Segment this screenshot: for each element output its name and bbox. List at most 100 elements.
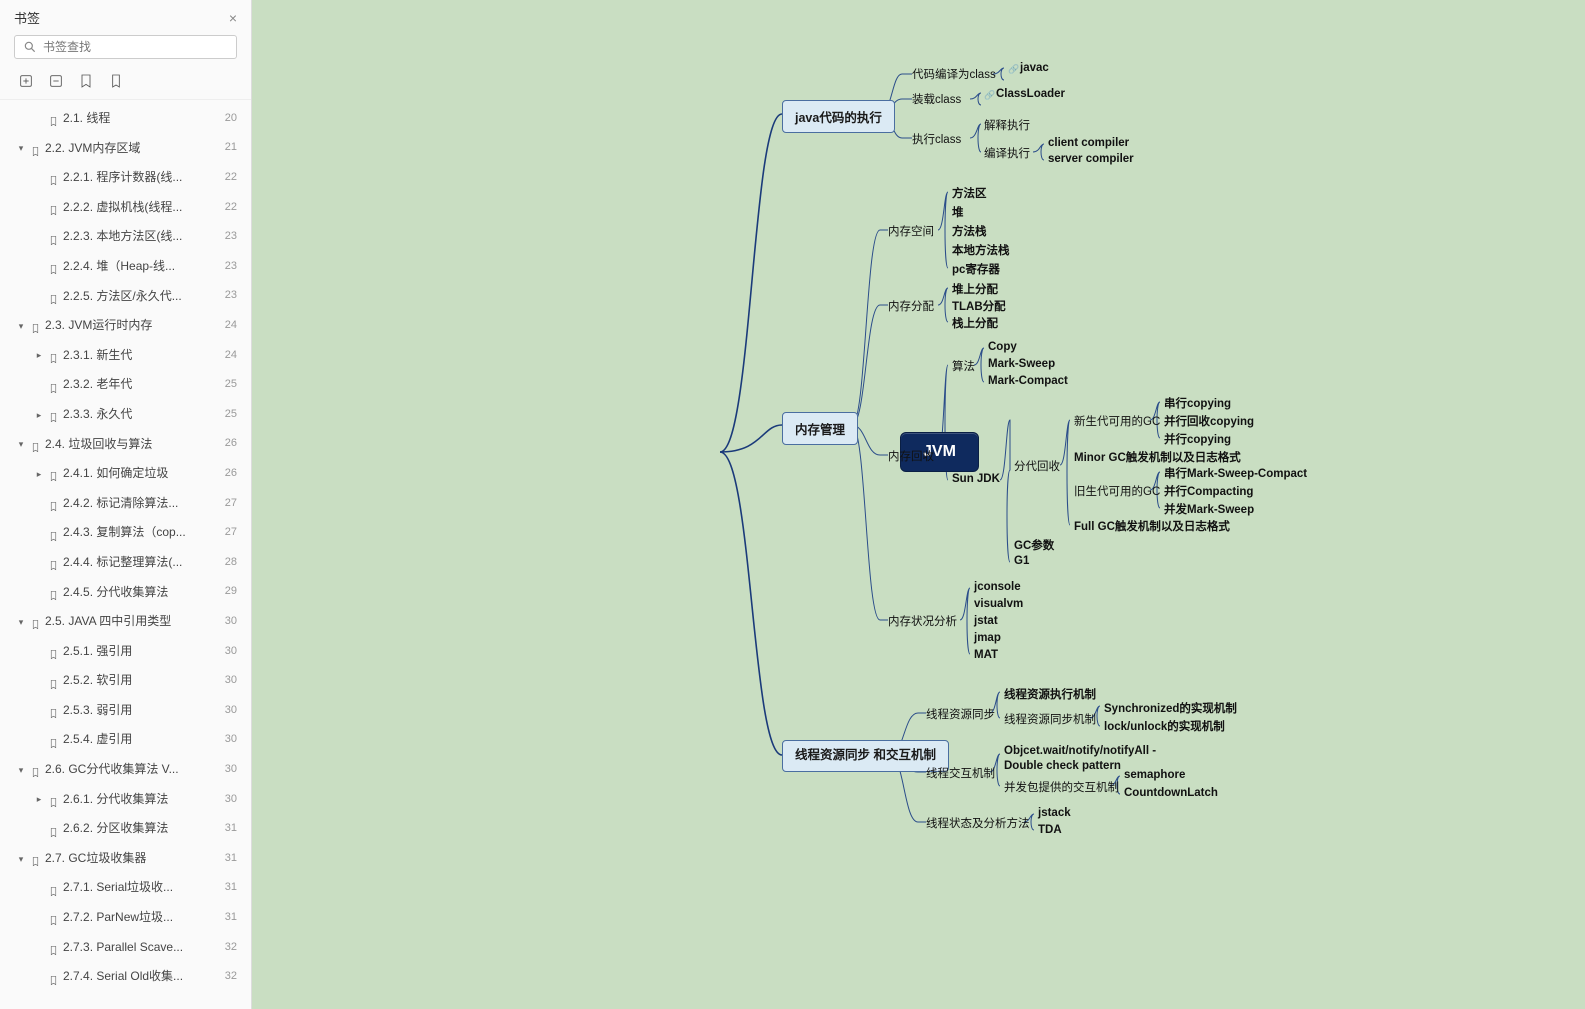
leaf[interactable]: 代码编译为class <box>912 66 996 82</box>
leaf[interactable]: 内存空间 <box>888 223 934 239</box>
leaf[interactable]: 线程资源执行机制 <box>1004 686 1096 702</box>
leaf[interactable]: Synchronized的实现机制 <box>1104 700 1237 716</box>
outline-row[interactable]: 2.5.4. 虚引用30 <box>0 725 251 755</box>
outline-row[interactable]: ▸2.4.1. 如何确定垃圾26 <box>0 459 251 489</box>
collapse-all-icon[interactable] <box>48 73 64 89</box>
outline-row[interactable]: ▾2.7. GC垃圾收集器31 <box>0 844 251 874</box>
leaf[interactable]: client compiler <box>1048 137 1129 149</box>
leaf[interactable]: CountdownLatch <box>1124 787 1218 799</box>
leaf[interactable]: 新生代可用的GC <box>1074 413 1160 429</box>
outline-row[interactable]: 2.2.2. 虚拟机栈(线程...22 <box>0 193 251 223</box>
outline-row[interactable]: 2.7.1. Serial垃圾收...31 <box>0 873 251 903</box>
leaf[interactable]: 线程状态及分析方法 <box>926 815 1030 831</box>
leaf[interactable]: visualvm <box>974 598 1023 610</box>
leaf[interactable]: lock/unlock的实现机制 <box>1104 718 1225 734</box>
leaf[interactable]: Minor GC触发机制以及日志格式 <box>1074 449 1241 465</box>
leaf[interactable]: 方法栈 <box>952 223 987 239</box>
branch-memory[interactable]: 内存管理 <box>782 412 858 445</box>
leaf[interactable]: 并行copying <box>1164 431 1231 447</box>
leaf[interactable]: TLAB分配 <box>952 298 1006 314</box>
branch-java-exec[interactable]: java代码的执行 <box>782 100 895 133</box>
leaf[interactable]: 执行class <box>912 131 961 147</box>
outline-row[interactable]: ▾2.6. GC分代收集算法 V...30 <box>0 755 251 785</box>
leaf[interactable]: 内存回收 <box>888 448 934 464</box>
leaf[interactable]: TDA <box>1038 824 1062 836</box>
outline-row[interactable]: 2.3.2. 老年代25 <box>0 370 251 400</box>
leaf[interactable]: 栈上分配 <box>952 315 998 331</box>
disclosure-icon[interactable]: ▸ <box>34 347 44 363</box>
outline-row[interactable]: 2.2.1. 程序计数器(线...22 <box>0 163 251 193</box>
leaf[interactable]: 本地方法栈 <box>952 242 1010 258</box>
outline-row[interactable]: ▸2.3.3. 永久代25 <box>0 400 251 430</box>
outline-row[interactable]: 2.5.2. 软引用30 <box>0 666 251 696</box>
leaf[interactable]: 方法区 <box>952 185 987 201</box>
leaf[interactable]: Mark-Compact <box>988 375 1068 387</box>
disclosure-icon[interactable]: ▾ <box>16 436 26 452</box>
leaf[interactable]: 并发Mark-Sweep <box>1164 501 1254 517</box>
outline-row[interactable]: 2.1. 线程20 <box>0 104 251 134</box>
leaf[interactable]: jmap <box>974 632 1001 644</box>
leaf[interactable]: 解释执行 <box>984 117 1030 133</box>
leaf[interactable]: 旧生代可用的GC <box>1074 483 1160 499</box>
leaf[interactable]: 装载class <box>912 91 961 107</box>
leaf[interactable]: 编译执行 <box>984 145 1030 161</box>
leaf[interactable]: GC参数 <box>1014 537 1054 553</box>
leaf[interactable]: server compiler <box>1048 153 1134 165</box>
disclosure-icon[interactable]: ▾ <box>16 851 26 867</box>
outline-row[interactable]: 2.4.4. 标记整理算法(...28 <box>0 548 251 578</box>
disclosure-icon[interactable]: ▸ <box>34 466 44 482</box>
disclosure-icon[interactable]: ▸ <box>34 407 44 423</box>
leaf[interactable]: Copy <box>988 341 1017 353</box>
outline-row[interactable]: 2.7.3. Parallel Scave...32 <box>0 933 251 963</box>
leaf[interactable]: 并行Compacting <box>1164 483 1253 499</box>
leaf[interactable]: jstack <box>1038 807 1071 819</box>
leaf[interactable]: 内存状况分析 <box>888 613 957 629</box>
expand-all-icon[interactable] <box>18 73 34 89</box>
leaf[interactable]: 堆 <box>952 204 964 220</box>
leaf[interactable]: Full GC触发机制以及日志格式 <box>1074 518 1230 534</box>
leaf[interactable]: semaphore <box>1124 769 1185 781</box>
leaf[interactable]: 并发包提供的交互机制 <box>1004 779 1119 795</box>
leaf[interactable]: Mark-Sweep <box>988 358 1055 370</box>
close-icon[interactable]: × <box>229 10 237 26</box>
outline-row[interactable]: 2.6.2. 分区收集算法31 <box>0 814 251 844</box>
mindmap-canvas[interactable]: JVM java代码的执行 内存管理 线程资源同步 和交互机制 代码编译为cla… <box>252 0 1585 1009</box>
outline-row[interactable]: ▾2.2. JVM内存区域21 <box>0 134 251 164</box>
outline-row[interactable]: ▸2.6.1. 分代收集算法30 <box>0 785 251 815</box>
disclosure-icon[interactable]: ▾ <box>16 614 26 630</box>
leaf[interactable]: 线程资源同步机制 <box>1004 711 1096 727</box>
branch-thread[interactable]: 线程资源同步 和交互机制 <box>782 740 949 772</box>
leaf[interactable]: 线程资源同步 <box>926 706 995 722</box>
outline-row[interactable]: 2.5.3. 弱引用30 <box>0 696 251 726</box>
outline-row[interactable]: 2.2.5. 方法区/永久代...23 <box>0 282 251 312</box>
leaf[interactable]: 内存分配 <box>888 298 934 314</box>
leaf[interactable]: 串行Mark-Sweep-Compact <box>1164 465 1307 481</box>
bookmark-outline-icon[interactable] <box>108 73 124 89</box>
leaf[interactable]: 分代回收 <box>1014 458 1060 474</box>
leaf[interactable]: 并行回收copying <box>1164 413 1254 429</box>
outline-row[interactable]: 2.2.4. 堆（Heap-线...23 <box>0 252 251 282</box>
leaf[interactable]: G1 <box>1014 555 1029 567</box>
disclosure-icon[interactable]: ▾ <box>16 318 26 334</box>
leaf[interactable]: pc寄存器 <box>952 261 1000 277</box>
leaf[interactable]: Sun JDK <box>952 473 1000 485</box>
search-input-wrap[interactable] <box>14 35 237 59</box>
outline-row[interactable]: 2.7.2. ParNew垃圾...31 <box>0 903 251 933</box>
outline-list[interactable]: 2.1. 线程20▾2.2. JVM内存区域212.2.1. 程序计数器(线..… <box>0 100 251 1009</box>
disclosure-icon[interactable]: ▸ <box>34 791 44 807</box>
bookmark-icon[interactable] <box>78 73 94 89</box>
leaf[interactable]: javac <box>1008 62 1049 74</box>
outline-row[interactable]: 2.7.4. Serial Old收集...32 <box>0 962 251 992</box>
outline-row[interactable]: 2.5.1. 强引用30 <box>0 637 251 667</box>
leaf[interactable]: MAT <box>974 649 998 661</box>
outline-row[interactable]: 2.4.2. 标记清除算法...27 <box>0 489 251 519</box>
outline-row[interactable]: 2.4.5. 分代收集算法29 <box>0 578 251 608</box>
leaf[interactable]: 串行copying <box>1164 395 1231 411</box>
search-input[interactable] <box>43 40 228 54</box>
disclosure-icon[interactable]: ▾ <box>16 762 26 778</box>
leaf[interactable]: jconsole <box>974 581 1021 593</box>
leaf[interactable]: 堆上分配 <box>952 281 998 297</box>
outline-row[interactable]: 2.2.3. 本地方法区(线...23 <box>0 222 251 252</box>
disclosure-icon[interactable]: ▾ <box>16 140 26 156</box>
outline-row[interactable]: ▾2.4. 垃圾回收与算法26 <box>0 430 251 460</box>
